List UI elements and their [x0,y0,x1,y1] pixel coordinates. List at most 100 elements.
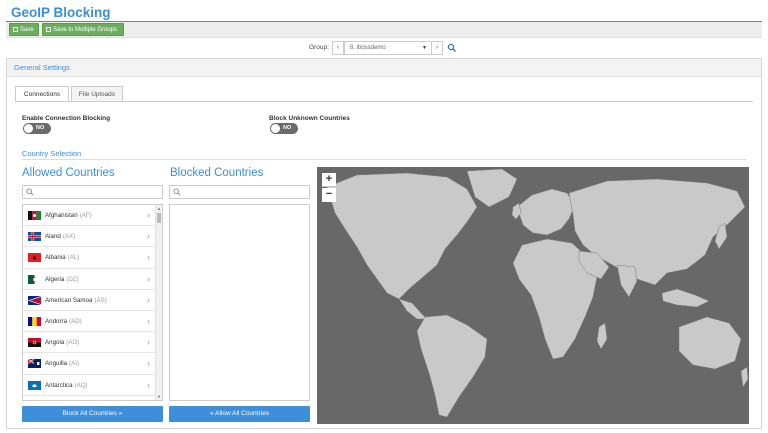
new-zealand-shape[interactable] [740,366,749,388]
chevron-right-icon: › [147,252,150,263]
allow-all-countries-button[interactable]: « Allow All Countries [169,406,310,422]
greenland-shape[interactable] [466,168,518,208]
scroll-up-icon: ▲ [157,206,161,211]
chevron-right-icon: › [147,337,150,348]
section-divider [22,159,746,160]
block-all-label: Block All Countries [62,410,117,417]
allowed-search-input[interactable] [22,185,163,199]
india-shape[interactable] [616,264,638,298]
group-next-button[interactable]: › [431,41,443,55]
group-selected-value: 8. ibossdemo [350,45,386,51]
zoom-in-button[interactable]: + [322,173,336,187]
group-select[interactable]: 8. ibossdemo ▼ [344,41,432,55]
europe-shape[interactable] [516,188,576,236]
scroll-down-icon: ▼ [157,394,161,399]
country-code: (AF) [79,212,92,219]
country-code: (AS) [94,296,107,304]
chevron-right-icon: › [147,273,150,284]
search-icon [26,188,34,196]
antarctica-flag-icon [28,380,41,390]
list-item[interactable]: Andorra (AD) › [23,311,162,333]
australia-shape[interactable] [678,316,742,370]
uk-shape[interactable] [511,202,522,220]
page-title: GeoIP Blocking [11,5,111,20]
search-icon [173,188,181,196]
central-america-shape[interactable] [398,298,428,320]
world-map-canvas[interactable] [317,167,749,424]
blocked-search-input[interactable] [169,185,310,199]
chevron-right-icon: › [147,294,150,305]
chevron-right-icon: › [147,231,150,242]
block-all-countries-button[interactable]: Block All Countries » [22,406,163,422]
search-icon[interactable] [447,43,457,53]
group-selector-row: Group: ‹ 8. ibossdemo ▼ › [6,40,762,57]
chevron-down-icon: ▼ [422,45,427,51]
list-item[interactable]: Antarctica (AQ) › [23,375,162,396]
algeria-flag-icon [28,274,41,284]
country-name: Angola [45,339,65,347]
country-code: (AL) [67,254,80,262]
list-item[interactable]: Algeria (DZ) › [23,269,162,290]
madagascar-shape[interactable] [596,322,608,350]
zoom-out-button[interactable]: − [322,188,336,202]
enable-connection-blocking-toggle[interactable]: NO [23,123,51,134]
country-code: (DZ) [66,275,79,283]
world-map[interactable]: + − [317,167,749,424]
country-name: Antarctica [45,381,73,389]
blocked-countries-list[interactable] [169,204,310,401]
save-button[interactable]: Save [9,23,39,36]
albania-flag-icon [28,253,41,263]
block-unknown-countries-label: Block Unknown Countries [269,115,350,122]
angola-flag-icon [28,338,41,348]
anguilla-flag-icon [28,359,41,369]
group-prev-button[interactable]: ‹ [332,41,344,55]
toggle-state: NO [283,125,292,131]
afghanistan-flag-icon [28,211,41,220]
country-code: (AD) [69,317,82,325]
tab-file-uploads[interactable]: File Uploads [71,86,123,102]
list-item[interactable]: Anguilla (AI) › [23,353,162,375]
save-multi-label: Save to Multiple Groups [53,27,118,33]
scrollbar[interactable]: ▲ ▼ [155,205,162,400]
country-name: Andorra [45,317,68,325]
chevron-right-icon: › [147,210,150,220]
chevron-right-icon: › [147,315,150,326]
south-america-shape[interactable] [416,314,488,418]
country-selection-title: Country Selection [22,149,82,158]
toggle-state: NO [36,125,45,131]
southeast-asia-islands-shape[interactable] [661,288,710,308]
blocked-countries-title: Blocked Countries [170,167,264,179]
tab-divider [15,101,753,102]
north-america-shape[interactable] [326,172,478,300]
chevron-right-icon: » [118,410,123,417]
list-item[interactable]: Angola (AO) › [23,332,162,354]
save-icon [46,27,51,32]
allowed-countries-list[interactable]: Afghanistan (AF) › Aland (AX) › Albania (AL… [22,204,163,401]
group-label: Group: [309,44,329,51]
save-button-label: Save [20,27,34,33]
country-name: Algeria [45,275,65,283]
american-samoa-flag-icon [28,295,41,305]
enable-connection-blocking-label: Enable Connection Blocking [22,115,111,122]
chevron-left-icon: « [210,410,214,417]
save-to-multiple-groups-button[interactable]: Save to Multiple Groups [42,23,124,36]
country-name: Afghanistan [45,212,78,219]
tab-connections[interactable]: Connections [15,86,69,102]
country-code: (AO) [66,339,80,347]
list-item[interactable]: American Samoa (AS) › [23,290,162,311]
country-code: (AX) [62,233,76,241]
panel-title: General Settings [7,59,761,77]
chevron-right-icon: › [147,379,150,390]
list-item[interactable]: Aland (AX) › [23,226,162,248]
aland-flag-icon [28,232,41,242]
toggle-knob [24,124,33,133]
block-unknown-countries-toggle[interactable]: NO [270,123,298,134]
list-item[interactable]: Afghanistan (AF) › [23,205,162,227]
list-item[interactable]: Albania (AL) › [23,247,162,269]
general-settings-panel: General Settings Connections File Upload… [6,58,762,429]
scroll-thumb[interactable] [157,213,161,223]
country-code: (AI) [69,360,79,368]
allow-all-label: Allow All Countries [215,410,269,417]
save-icon [13,27,18,32]
country-name: Anguilla [45,360,68,368]
